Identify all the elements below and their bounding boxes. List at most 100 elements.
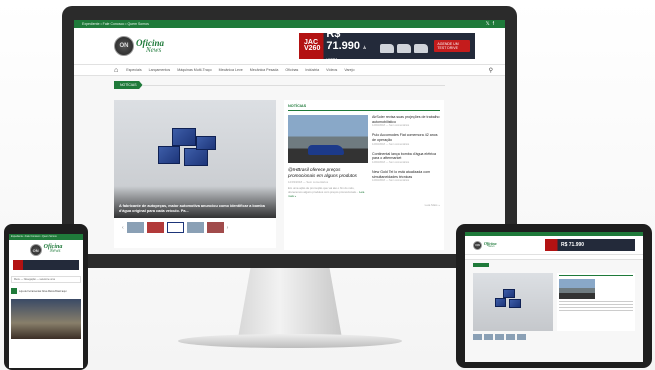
logo-line-2: News: [146, 45, 162, 54]
phone-featured-image[interactable]: [11, 299, 81, 339]
facebook-icon[interactable]: f: [493, 21, 497, 27]
main-content: A fabricante de autopeças, maior automot…: [114, 100, 444, 250]
ad-truck-images: [380, 39, 429, 53]
phone-logo[interactable]: ON Oficina News: [9, 240, 83, 260]
tablet-nav[interactable]: [465, 254, 643, 260]
list-item[interactable]: New Gold Tel lo está atualizada com simu…: [372, 170, 440, 182]
site-header: ON Oficina News JAC V260 R$ 71.990 À VIS…: [74, 28, 505, 64]
ad-price: R$ 71.990 À VISTA: [326, 28, 374, 64]
logo-text: Oficina News: [44, 244, 63, 255]
news-lead-excerpt-text: Em uma ação de promoção que vai até o fi…: [288, 186, 359, 195]
phone-menu[interactable]: Menu — Navegação — selecione uma: [11, 276, 81, 283]
site-logo[interactable]: ON Oficina News: [114, 36, 164, 56]
tablet-featured-image[interactable]: [473, 273, 553, 331]
news-item-headline[interactable]: Pulo Accomodes Fiat comemora 42 anos de …: [372, 133, 440, 142]
news-lead-headline[interactable]: @IHBrasil oferece preços promocionais em…: [288, 167, 368, 178]
nav-item-mecanica-leve[interactable]: Mecânica Leve: [219, 68, 243, 72]
nav-item-especiais[interactable]: Especiais: [126, 68, 141, 72]
ad-price-value: R$ 71.990: [326, 28, 360, 52]
phone-ticker: Loja de Ferramentas Nova Marca Brasil aq…: [11, 287, 81, 295]
featured-story[interactable]: A fabricante de autopeças, maior automot…: [114, 100, 276, 248]
tablet-news-panel: [557, 273, 635, 331]
news-ticker: NOTÍCIAS: [74, 76, 505, 89]
nav-item-maquinas[interactable]: Máquinas Multi-Traço: [177, 68, 211, 72]
list-item[interactable]: AirSoler revisa suas projeções de trabal…: [372, 115, 440, 127]
nav-item-lancamentos[interactable]: Lançamentos: [149, 68, 171, 72]
search-icon[interactable]: ⚲: [489, 67, 493, 74]
featured-thumbnails: ‹ ›: [114, 218, 276, 237]
home-icon[interactable]: ⌂: [114, 67, 118, 74]
thumbnail[interactable]: [206, 222, 224, 233]
logo-mark: ON: [29, 244, 42, 256]
desktop-screen: Expediente • Fale Conosco • Quem Somos 𝕏…: [74, 20, 505, 254]
news-item-meta: 12/03/2018 — Sem comentários: [372, 161, 410, 165]
thumbnail[interactable]: [495, 334, 504, 340]
featured-image: A fabricante de autopeças, maior automot…: [114, 100, 276, 218]
logo-mark: ON: [473, 240, 482, 250]
news-list: AirSoler revisa suas projeções de trabal…: [372, 115, 440, 199]
ad-cta[interactable]: AGENDE UM TEST DRIVE: [434, 40, 470, 52]
thumbnail[interactable]: [517, 334, 526, 340]
topbar-links[interactable]: Expediente • Fale Conosco • Quem Somos: [82, 22, 149, 26]
thumbnail[interactable]: [473, 334, 482, 340]
monitor-stand-neck: [238, 268, 342, 338]
phone-ticker-text[interactable]: Loja de Ferramentas Nova Marca Brasil aq…: [19, 290, 66, 293]
news-item-meta: 12/03/2018 — Sem comentários: [372, 179, 410, 183]
news-item-headline[interactable]: Continental lança bomba d'água elétrica …: [372, 152, 440, 161]
nav-item-videos[interactable]: Vídeos: [326, 68, 337, 72]
topbar: Expediente • Fale Conosco • Quem Somos 𝕏…: [74, 20, 505, 28]
phone-ad-banner[interactable]: [13, 260, 79, 270]
nav-item-industria[interactable]: Indústria: [305, 68, 319, 72]
ad-brand: JAC V260: [304, 39, 321, 52]
list-item[interactable]: Continental lança bomba d'água elétrica …: [372, 152, 440, 164]
chevron-left-icon[interactable]: ‹: [122, 225, 124, 231]
news-lead-excerpt: Em uma ação de promoção que vai até o fi…: [288, 187, 368, 199]
tablet-header: ON Oficina News R$ 71.990: [465, 236, 643, 254]
tablet-screen: ON Oficina News R$ 71.990: [465, 232, 643, 362]
tablet-thumbnails: [473, 334, 635, 340]
twitter-icon[interactable]: 𝕏: [486, 21, 493, 27]
nav-item-oficinas[interactable]: Oficinas: [285, 68, 298, 72]
thumbnail[interactable]: [186, 222, 204, 233]
news-body: @IHBrasil oferece preços promocionais em…: [288, 115, 440, 199]
phone-screen: Expediente • Fale Conosco • Quem Somos O…: [9, 234, 83, 368]
thumbnail[interactable]: [126, 222, 144, 233]
tablet-ticker-badge: [473, 263, 489, 267]
tablet-main: [473, 273, 635, 331]
news-item-meta: 12/03/2018 — Sem comentários: [372, 124, 410, 128]
tablet-device: ON Oficina News R$ 71.990: [456, 224, 652, 368]
device-mockup-stage: Expediente • Fale Conosco • Quem Somos 𝕏…: [0, 0, 655, 370]
news-lead-image[interactable]: [288, 115, 368, 163]
logo-text: Oficina News: [136, 38, 164, 54]
news-panel-title: NOTÍCIAS: [288, 104, 440, 111]
desktop-monitor: Expediente • Fale Conosco • Quem Somos 𝕏…: [62, 6, 517, 268]
list-item[interactable]: Pulo Accomodes Fiat comemora 42 anos de …: [372, 133, 440, 145]
tablet-ad-banner[interactable]: R$ 71.990: [545, 239, 635, 251]
logo-line-2: News: [49, 249, 61, 255]
logo-mark: ON: [114, 36, 134, 56]
ad-banner[interactable]: JAC V260 R$ 71.990 À VISTA AGENDE UM TES…: [299, 28, 475, 62]
monitor-stand-base: [178, 334, 402, 348]
tablet-news-image[interactable]: [559, 279, 595, 299]
featured-caption[interactable]: A fabricante de autopeças, maior automot…: [119, 204, 271, 214]
nav-item-mecanica-pesada[interactable]: Mecânica Pesada: [250, 68, 279, 72]
phone-device: Expediente • Fale Conosco • Quem Somos O…: [4, 224, 88, 370]
tablet-logo[interactable]: ON Oficina News: [473, 240, 496, 250]
thumbnail[interactable]: [506, 334, 515, 340]
chevron-right-icon[interactable]: ›: [227, 225, 229, 231]
news-lead[interactable]: @IHBrasil oferece preços promocionais em…: [288, 115, 368, 199]
news-lead-meta: 12/03/2018 — Sem comentários: [288, 180, 329, 185]
news-panel: NOTÍCIAS @IHBrasil oferece preços promoc…: [284, 100, 444, 250]
thumbnail[interactable]: [146, 222, 164, 233]
social-links: 𝕏f: [486, 21, 497, 27]
news-item-meta: 12/03/2018 — Sem comentários: [372, 142, 410, 146]
news-item-headline[interactable]: New Gold Tel lo está atualizada com simu…: [372, 170, 440, 179]
nav-item-varejo[interactable]: Varejo: [344, 68, 354, 72]
thumbnail[interactable]: [484, 334, 493, 340]
see-more-link[interactable]: Leia Mais »: [288, 203, 440, 207]
ticker-marker: [11, 288, 17, 294]
logo-text: Oficina News: [484, 242, 496, 248]
ticker-badge: NOTÍCIAS: [114, 81, 143, 89]
thumbnail[interactable]: [166, 222, 184, 233]
news-item-headline[interactable]: AirSoler revisa suas projeções de trabal…: [372, 115, 440, 124]
